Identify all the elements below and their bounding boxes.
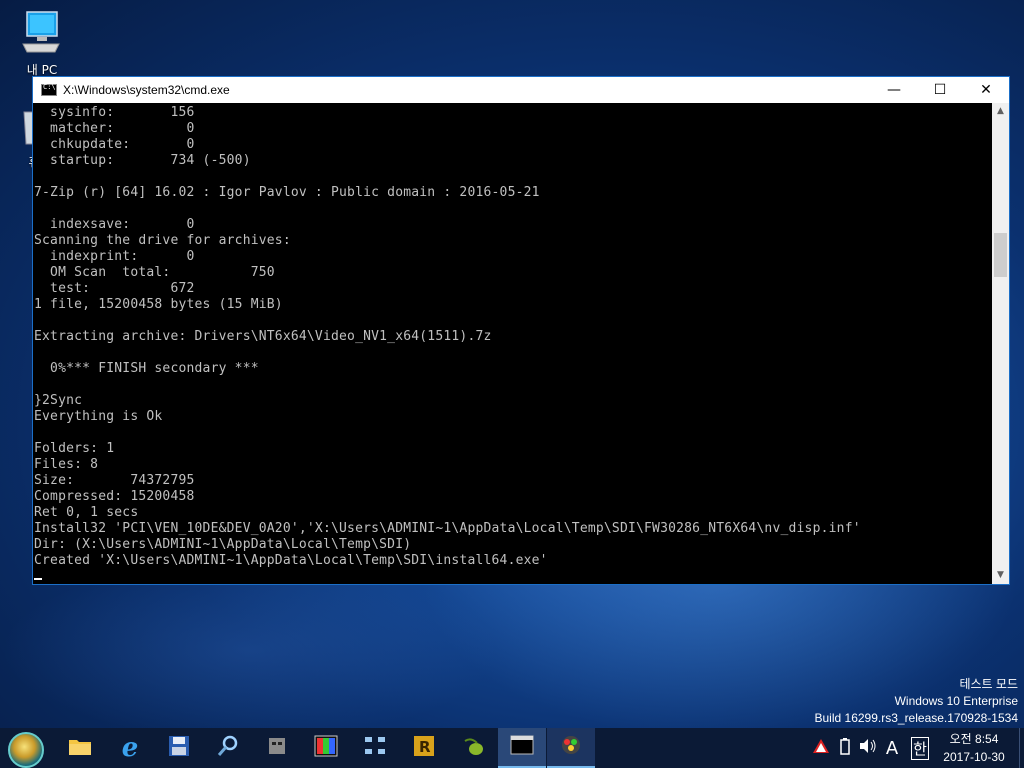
scroll-up-icon[interactable]: ▲ xyxy=(992,103,1009,120)
cmd-window[interactable]: X:\Windows\system32\cmd.exe — ☐ ✕ sysinf… xyxy=(32,76,1010,585)
tray-ime-mode[interactable]: A xyxy=(880,728,904,768)
console-line: sysinfo: 156 xyxy=(34,105,195,120)
taskbar-file-explorer[interactable] xyxy=(56,728,104,768)
console-line: test: 672 xyxy=(34,281,195,296)
text-cursor xyxy=(34,578,42,580)
taskbar-color-app[interactable] xyxy=(302,728,350,768)
internet-explorer-icon: e xyxy=(121,733,139,763)
taskbar-internet-explorer[interactable]: e xyxy=(106,728,154,768)
watermark-line: Windows 10 Enterprise xyxy=(894,694,1018,708)
taskbar-driver-installer[interactable] xyxy=(547,728,595,768)
speaker-icon xyxy=(859,738,877,758)
window-title: X:\Windows\system32\cmd.exe xyxy=(63,83,230,97)
tray-ime-language[interactable]: 한 xyxy=(906,728,934,768)
watermark-line: 테스트 모드 xyxy=(959,677,1018,691)
console-line: Files: 8 xyxy=(34,457,99,472)
console-line: Everything is Ok xyxy=(34,409,163,424)
console-line: Scanning the drive for archives: xyxy=(34,233,291,248)
desktop-icon-my-pc[interactable]: 내 PC xyxy=(14,10,70,78)
console-line: matcher: 0 xyxy=(34,121,195,136)
title-bar[interactable]: X:\Windows\system32\cmd.exe — ☐ ✕ xyxy=(33,77,1009,103)
taskbar-r-app[interactable]: R xyxy=(400,728,448,768)
search-magnifier-icon xyxy=(216,734,240,762)
taskbar-save-app[interactable] xyxy=(155,728,203,768)
r-app-icon: R xyxy=(413,735,435,761)
color-grid-icon xyxy=(314,735,338,761)
test-mode-watermark: 테스트 모드 Windows 10 Enterprise Build 16299… xyxy=(815,676,1019,727)
scroll-down-icon[interactable]: ▼ xyxy=(992,567,1009,584)
warning-triangle-icon xyxy=(812,738,830,758)
console-line: indexsave: 0 xyxy=(34,217,195,232)
svg-text:R: R xyxy=(419,738,431,756)
start-button[interactable] xyxy=(8,732,44,768)
console-line: 0%*** FINISH secondary *** xyxy=(34,361,259,376)
console-line: Dir: (X:\Users\ADMINI~1\AppData\Local\Te… xyxy=(34,537,412,552)
console-line: Compressed: 15200458 xyxy=(34,489,195,504)
console-line: 1 file, 15200458 bytes (15 MiB) xyxy=(34,297,283,312)
driver-installer-icon xyxy=(559,733,583,761)
console-line: }2Sync xyxy=(34,393,83,408)
console-line: 7-Zip (r) [64] 16.02 : Igor Pavlov : Pub… xyxy=(34,185,540,200)
clock-date: 2017-10-30 xyxy=(943,750,1005,764)
console-line: indexprint: 0 xyxy=(34,249,195,264)
console-line: Created 'X:\Users\ADMINI~1\AppData\Local… xyxy=(34,553,548,568)
taskbar-search-app[interactable] xyxy=(204,728,252,768)
clock-time: 오전 8:54 xyxy=(949,732,999,746)
floppy-save-icon xyxy=(168,735,190,761)
robot-app-icon xyxy=(265,734,289,762)
network-icon xyxy=(363,735,387,761)
tray-battery[interactable] xyxy=(834,728,856,768)
console-line: startup: 734 (-500) xyxy=(34,153,251,168)
tray-volume[interactable] xyxy=(856,728,880,768)
file-explorer-icon xyxy=(68,736,92,760)
taskbar-robot-app[interactable] xyxy=(253,728,301,768)
close-button[interactable]: ✕ xyxy=(963,77,1009,103)
battery-icon xyxy=(839,737,851,759)
cmd-icon xyxy=(41,83,57,96)
minimize-button[interactable]: — xyxy=(871,77,917,103)
computer-icon xyxy=(14,10,70,57)
vertical-scrollbar[interactable]: ▲ ▼ xyxy=(992,103,1009,584)
console-output[interactable]: sysinfo: 156 matcher: 0 chkupdate: 0 sta… xyxy=(33,103,992,584)
tray-clock[interactable]: 오전 8:54 2017-10-30 xyxy=(932,730,1016,766)
taskbar-network-app[interactable] xyxy=(351,728,399,768)
watermark-line: Build 16299.rs3_release.170928-1534 xyxy=(814,711,1019,725)
console-line: Folders: 1 xyxy=(34,441,115,456)
tray-network-warning[interactable] xyxy=(810,728,832,768)
console-line: Install32 'PCI\VEN_10DE&DEV_0A20','X:\Us… xyxy=(34,521,861,536)
ime-language-label: 한 xyxy=(911,736,929,760)
console-line: OM Scan total: 750 xyxy=(34,265,275,280)
taskbar-olive-app[interactable] xyxy=(449,728,497,768)
console-line: chkupdate: 0 xyxy=(34,137,195,152)
scrollbar-thumb[interactable] xyxy=(994,233,1007,277)
maximize-button[interactable]: ☐ xyxy=(917,77,963,103)
taskbar-cmd[interactable] xyxy=(498,728,546,768)
olive-app-icon xyxy=(461,735,485,761)
console-line: Ret 0, 1 secs xyxy=(34,505,139,520)
console-line: Extracting archive: Drivers\NT6x64\Video… xyxy=(34,329,492,344)
cmd-icon xyxy=(510,735,534,759)
show-desktop-button[interactable] xyxy=(1019,728,1024,768)
wallpaper-glow xyxy=(0,560,500,740)
console-line: Size: 74372795 xyxy=(34,473,195,488)
